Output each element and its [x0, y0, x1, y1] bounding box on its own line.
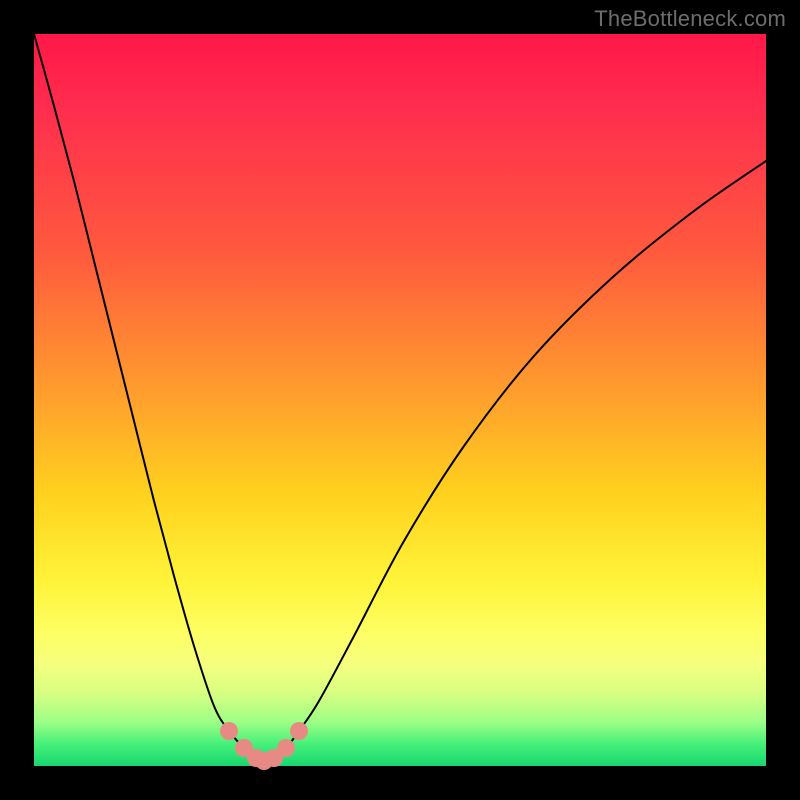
curve-marker — [277, 739, 295, 757]
chart-frame: TheBottleneck.com — [0, 0, 800, 800]
plot-area — [34, 34, 766, 766]
curve-marker — [290, 722, 308, 740]
bottleneck-curve — [34, 34, 766, 761]
attribution-text: TheBottleneck.com — [594, 6, 786, 32]
curve-marker — [220, 722, 238, 740]
marker-group — [220, 722, 308, 770]
curve-svg — [34, 34, 766, 766]
